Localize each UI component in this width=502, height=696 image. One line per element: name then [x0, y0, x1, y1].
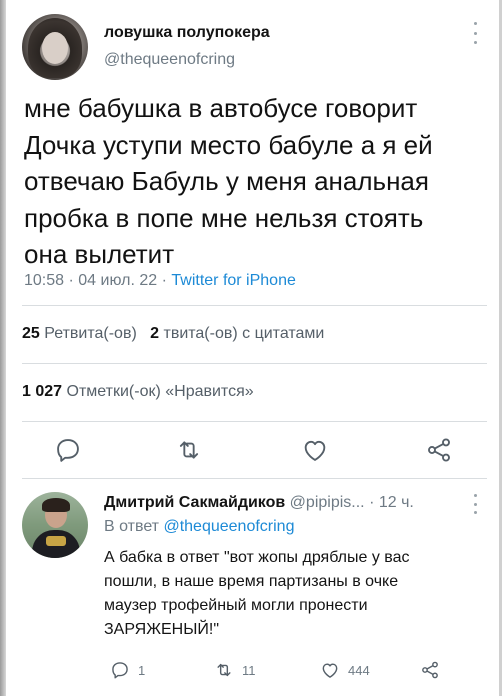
reply-like-button[interactable]: 444: [320, 658, 370, 682]
like-icon[interactable]: [301, 436, 329, 464]
screenshot-edge-left: [0, 0, 6, 696]
tweet-text-line: пробка в попе мне нельзя стоять: [24, 202, 424, 233]
reply-actions: 1 11 444: [104, 658, 486, 684]
retweet-icon: [217, 663, 231, 677]
divider: [22, 421, 487, 422]
reply-icon: [112, 662, 128, 679]
likes-count[interactable]: 1 027: [22, 383, 62, 400]
avatar-face: [42, 32, 68, 64]
reply-mention-link[interactable]: @thequeenofcring: [163, 518, 294, 535]
tweet-text: мне бабушка в автобусе говорит Дочка уст…: [24, 90, 486, 273]
author-handle[interactable]: @thequeenofcring: [104, 51, 235, 69]
reply-retweet-count: 11: [242, 662, 256, 678]
tweet-text-line: отвечаю Бабуль у меня анальная: [24, 166, 429, 196]
divider: [22, 305, 487, 306]
avatar-hair: [42, 498, 70, 512]
more-options-icon[interactable]: [468, 22, 482, 44]
meta-separator: ·: [161, 272, 167, 289]
tweet-time[interactable]: 10:58: [24, 272, 64, 289]
replier-handle[interactable]: @pipipis...: [290, 494, 365, 511]
reply-reply-count: 1: [138, 662, 146, 678]
like-icon: [322, 663, 338, 678]
quotes-count[interactable]: 2: [150, 325, 159, 342]
retweet-stats: 25 Ретвита(-ов) 2 твита(-ов) с цитатами: [22, 325, 324, 343]
tweet-meta: 10:58 · 04 июл. 22 · Twitter for iPhone: [24, 272, 296, 290]
reply-share-button[interactable]: [420, 658, 440, 682]
tweet-text-line: Дочка уступи место бабуле а я ей: [24, 129, 433, 160]
author-avatar[interactable]: [22, 14, 88, 80]
tweet-date[interactable]: 04 июл. 22: [78, 272, 157, 289]
reply-text-line: маузер трофейный могли пронести: [104, 597, 368, 614]
retweets-label[interactable]: Ретвита(-ов): [44, 325, 137, 342]
tweet-text-line: мне бабушка в автобусе говорит: [24, 93, 418, 123]
author-display-name[interactable]: ловушка полупокера: [104, 24, 270, 42]
reply-like-count: 444: [348, 662, 370, 678]
reply-text-line: А бабка в ответ "вот жопы дряблые у вас: [104, 549, 410, 566]
tweet-text-line: она вылетит: [24, 239, 175, 269]
tweet-actions: [22, 430, 487, 470]
reply-text: А бабка в ответ "вот жопы дряблые у вас …: [104, 546, 486, 642]
quotes-label[interactable]: твита(-ов) с цитатами: [163, 325, 324, 342]
reply-header: Дмитрий Сакмайдиков @pipipis... · 12 ч.: [104, 494, 414, 512]
replier-display-name[interactable]: Дмитрий Сакмайдиков: [104, 494, 285, 511]
reply-tweet: Дмитрий Сакмайдиков @pipipis... · 12 ч. …: [22, 482, 487, 696]
share-icon[interactable]: [425, 436, 453, 464]
likes-label[interactable]: Отметки(-ок) «Нравится»: [67, 383, 254, 400]
reply-icon[interactable]: [54, 436, 82, 464]
reply-to-line: В ответ @thequeenofcring: [104, 518, 294, 536]
share-icon: [422, 661, 438, 679]
meta-separator: ·: [68, 272, 74, 289]
avatar-shirt-print: [46, 536, 66, 546]
replier-avatar[interactable]: [22, 492, 88, 558]
reply-text-line: пошли, в наше время партизаны в очке: [104, 573, 399, 590]
reply-prefix: В ответ: [104, 518, 160, 535]
reply-reply-button[interactable]: 1: [110, 658, 145, 682]
meta-separator: ·: [369, 494, 375, 511]
divider: [22, 478, 487, 479]
retweets-count[interactable]: 25: [22, 325, 40, 342]
tweet-source-link[interactable]: Twitter for iPhone: [171, 272, 296, 289]
reply-retweet-button[interactable]: 11: [214, 658, 256, 682]
likes-stats: 1 027 Отметки(-ок) «Нравится»: [22, 383, 254, 401]
divider: [22, 363, 487, 364]
reply-text-line: ЗАРЯЖЕНЫЙ!": [104, 621, 219, 638]
retweet-icon[interactable]: [175, 436, 203, 464]
reply-time[interactable]: 12 ч.: [379, 494, 414, 511]
more-options-icon[interactable]: [468, 494, 482, 514]
